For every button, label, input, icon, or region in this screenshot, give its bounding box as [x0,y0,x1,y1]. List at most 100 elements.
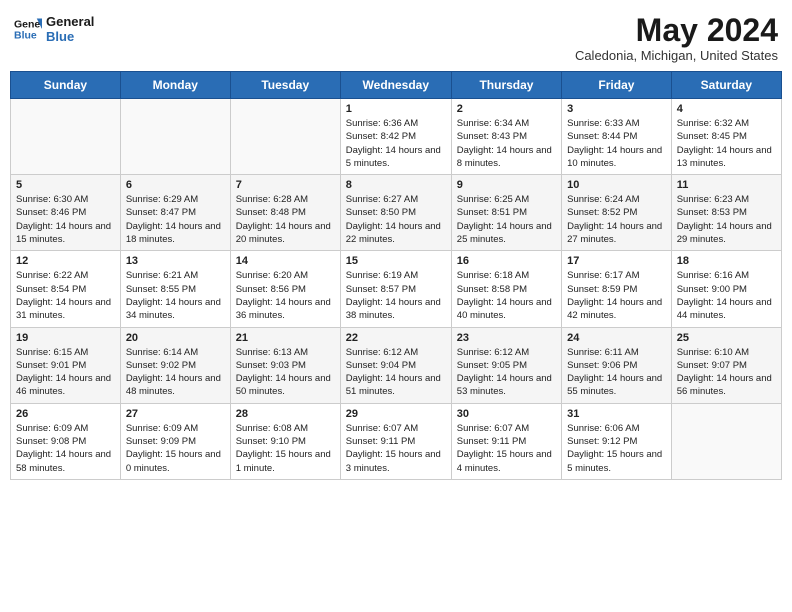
day-info: Sunrise: 6:06 AM Sunset: 9:12 PM Dayligh… [567,422,666,475]
calendar-cell: 9 Sunrise: 6:25 AM Sunset: 8:51 PM Daylig… [451,175,561,251]
calendar-cell: 18 Sunrise: 6:16 AM Sunset: 9:00 PM Dayli… [671,251,781,327]
calendar-cell: 15Sunrise: 6:19 AM Sunset: 8:57 PM Dayli… [340,251,451,327]
day-number: 11 [677,179,776,191]
day-info: Sunrise: 6:21 AM Sunset: 8:55 PM Dayligh… [126,269,225,322]
day-info: Sunrise: 6:36 AM Sunset: 8:42 PM Dayligh… [346,117,446,170]
day-number: 10 [567,179,666,191]
day-number: 28 [236,408,335,420]
day-info: Sunrise: 6:32 AM Sunset: 8:45 PM Dayligh… [677,117,776,170]
day-info: Sunrise: 6:25 AM Sunset: 8:51 PM Dayligh… [457,193,556,246]
day-number: 12 [16,255,115,267]
calendar-cell: 8Sunrise: 6:27 AM Sunset: 8:50 PM Daylig… [340,175,451,251]
calendar-cell: 5 Sunrise: 6:30 AM Sunset: 8:46 PM Daylig… [11,175,121,251]
calendar-cell [230,99,340,175]
day-number: 2 [457,103,556,115]
calendar-cell: 24 Sunrise: 6:11 AM Sunset: 9:06 PM Dayli… [562,327,672,403]
calendar-cell [120,99,230,175]
logo-line2: Blue [46,29,94,44]
calendar-week-3: 12 Sunrise: 6:22 AM Sunset: 8:54 PM Dayli… [11,251,782,327]
calendar-cell: 1 Sunrise: 6:36 AM Sunset: 8:42 PM Daylig… [340,99,451,175]
day-number: 31 [567,408,666,420]
day-number: 27 [126,408,225,420]
day-number: 17 [567,255,666,267]
calendar-week-5: 26 Sunrise: 6:09 AM Sunset: 9:08 PM Dayli… [11,403,782,479]
day-number: 23 [457,332,556,344]
day-number: 13 [126,255,225,267]
day-info: Sunrise: 6:22 AM Sunset: 8:54 PM Dayligh… [16,269,115,322]
day-number: 25 [677,332,776,344]
calendar-cell: 19 Sunrise: 6:15 AM Sunset: 9:01 PM Dayli… [11,327,121,403]
weekday-header-sunday: Sunday [11,72,121,99]
calendar-cell: 28Sunrise: 6:08 AM Sunset: 9:10 PM Dayli… [230,403,340,479]
weekday-header-tuesday: Tuesday [230,72,340,99]
weekday-header-monday: Monday [120,72,230,99]
calendar-cell: 22 Sunrise: 6:12 AM Sunset: 9:04 PM Dayli… [340,327,451,403]
day-info: Sunrise: 6:30 AM Sunset: 8:46 PM Dayligh… [16,193,115,246]
day-info: Sunrise: 6:07 AM Sunset: 9:11 PM Dayligh… [457,422,556,475]
calendar-cell: 2Sunrise: 6:34 AM Sunset: 8:43 PM Daylig… [451,99,561,175]
svg-text:Blue: Blue [14,30,37,42]
calendar-cell: 17 Sunrise: 6:17 AM Sunset: 8:59 PM Dayli… [562,251,672,327]
calendar-cell: 16Sunrise: 6:18 AM Sunset: 8:58 PM Dayli… [451,251,561,327]
day-number: 9 [457,179,556,191]
day-number: 5 [16,179,115,191]
page-header: General Blue General Blue May 2024 Caled… [10,10,782,63]
calendar-cell: 4Sunrise: 6:32 AM Sunset: 8:45 PM Daylig… [671,99,781,175]
calendar-cell: 6 Sunrise: 6:29 AM Sunset: 8:47 PM Daylig… [120,175,230,251]
day-number: 16 [457,255,556,267]
day-info: Sunrise: 6:23 AM Sunset: 8:53 PM Dayligh… [677,193,776,246]
location-subtitle: Caledonia, Michigan, United States [575,48,778,63]
calendar-cell: 12 Sunrise: 6:22 AM Sunset: 8:54 PM Dayli… [11,251,121,327]
calendar-cell: 29Sunrise: 6:07 AM Sunset: 9:11 PM Dayli… [340,403,451,479]
day-info: Sunrise: 6:28 AM Sunset: 8:48 PM Dayligh… [236,193,335,246]
calendar-cell: 25 Sunrise: 6:10 AM Sunset: 9:07 PM Dayli… [671,327,781,403]
day-number: 18 [677,255,776,267]
day-number: 1 [346,103,446,115]
weekday-header-wednesday: Wednesday [340,72,451,99]
calendar-cell [11,99,121,175]
day-info: Sunrise: 6:15 AM Sunset: 9:01 PM Dayligh… [16,346,115,399]
day-info: Sunrise: 6:17 AM Sunset: 8:59 PM Dayligh… [567,269,666,322]
calendar-cell: 23 Sunrise: 6:12 AM Sunset: 9:05 PM Dayli… [451,327,561,403]
calendar-week-4: 19 Sunrise: 6:15 AM Sunset: 9:01 PM Dayli… [11,327,782,403]
day-info: Sunrise: 6:12 AM Sunset: 9:04 PM Dayligh… [346,346,446,399]
day-number: 24 [567,332,666,344]
day-number: 19 [16,332,115,344]
logo-line1: General [46,14,94,29]
day-info: Sunrise: 6:09 AM Sunset: 9:09 PM Dayligh… [126,422,225,475]
day-number: 29 [346,408,446,420]
day-info: Sunrise: 6:11 AM Sunset: 9:06 PM Dayligh… [567,346,666,399]
calendar-cell: 14Sunrise: 6:20 AM Sunset: 8:56 PM Dayli… [230,251,340,327]
day-info: Sunrise: 6:10 AM Sunset: 9:07 PM Dayligh… [677,346,776,399]
weekday-header-saturday: Saturday [671,72,781,99]
day-number: 6 [126,179,225,191]
day-number: 26 [16,408,115,420]
day-info: Sunrise: 6:29 AM Sunset: 8:47 PM Dayligh… [126,193,225,246]
weekday-header-thursday: Thursday [451,72,561,99]
weekday-header-friday: Friday [562,72,672,99]
day-number: 7 [236,179,335,191]
logo-icon: General Blue [14,15,42,43]
day-number: 15 [346,255,446,267]
day-info: Sunrise: 6:13 AM Sunset: 9:03 PM Dayligh… [236,346,335,399]
day-info: Sunrise: 6:33 AM Sunset: 8:44 PM Dayligh… [567,117,666,170]
calendar-cell: 21Sunrise: 6:13 AM Sunset: 9:03 PM Dayli… [230,327,340,403]
logo: General Blue General Blue [14,14,94,44]
calendar-cell: 3Sunrise: 6:33 AM Sunset: 8:44 PM Daylig… [562,99,672,175]
calendar-cell: 20Sunrise: 6:14 AM Sunset: 9:02 PM Dayli… [120,327,230,403]
day-info: Sunrise: 6:09 AM Sunset: 9:08 PM Dayligh… [16,422,115,475]
calendar-cell: 7 Sunrise: 6:28 AM Sunset: 8:48 PM Daylig… [230,175,340,251]
calendar-cell: 27 Sunrise: 6:09 AM Sunset: 9:09 PM Dayli… [120,403,230,479]
title-block: May 2024 Caledonia, Michigan, United Sta… [575,14,778,63]
day-info: Sunrise: 6:16 AM Sunset: 9:00 PM Dayligh… [677,269,776,322]
calendar-cell: 31 Sunrise: 6:06 AM Sunset: 9:12 PM Dayli… [562,403,672,479]
day-info: Sunrise: 6:24 AM Sunset: 8:52 PM Dayligh… [567,193,666,246]
calendar-cell: 26 Sunrise: 6:09 AM Sunset: 9:08 PM Dayli… [11,403,121,479]
day-info: Sunrise: 6:12 AM Sunset: 9:05 PM Dayligh… [457,346,556,399]
day-number: 14 [236,255,335,267]
calendar-table: SundayMondayTuesdayWednesdayThursdayFrid… [10,71,782,480]
calendar-week-1: 1 Sunrise: 6:36 AM Sunset: 8:42 PM Daylig… [11,99,782,175]
day-number: 22 [346,332,446,344]
day-info: Sunrise: 6:27 AM Sunset: 8:50 PM Dayligh… [346,193,446,246]
day-info: Sunrise: 6:14 AM Sunset: 9:02 PM Dayligh… [126,346,225,399]
